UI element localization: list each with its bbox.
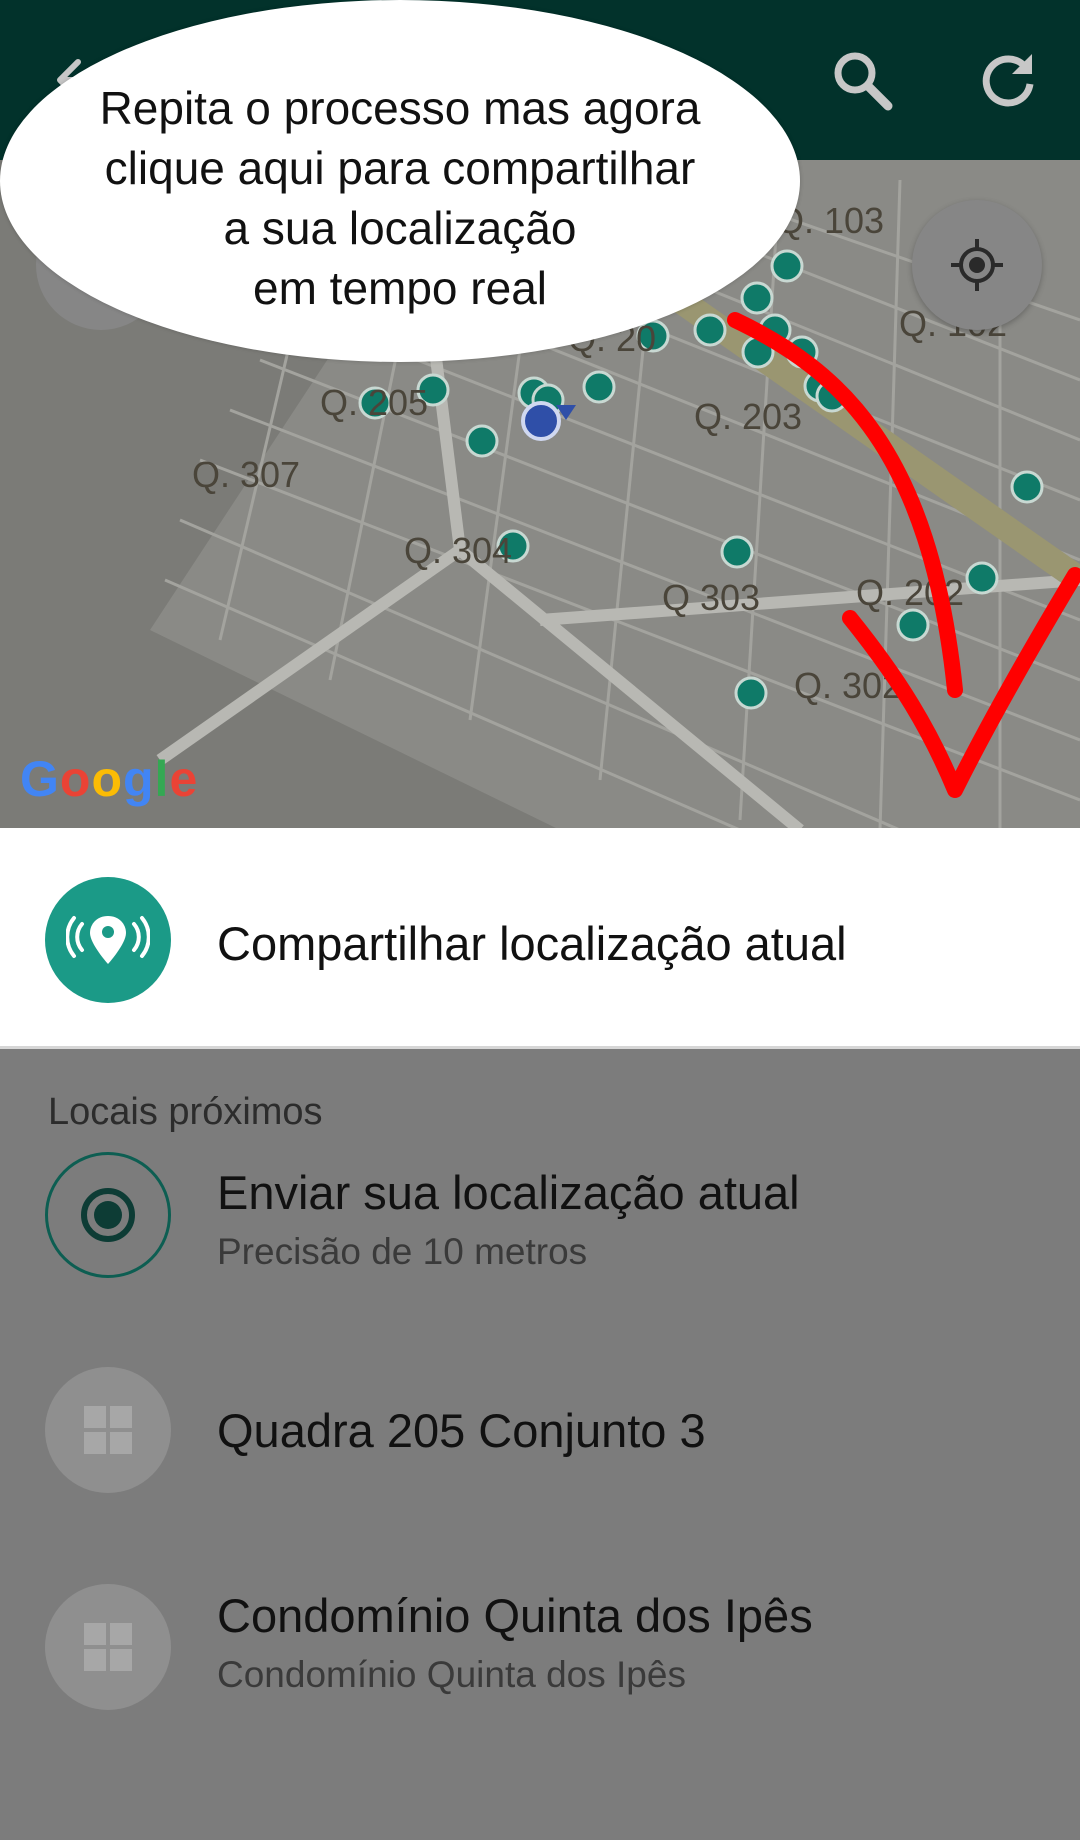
list-item-send-current-location[interactable]: Enviar sua localização atual Precisão de… bbox=[0, 1149, 1080, 1329]
section-title: Locais próximos bbox=[48, 1091, 323, 1133]
list-item-title: Condomínio Quinta dos Ipês bbox=[217, 1589, 813, 1642]
place-glyph bbox=[84, 1406, 132, 1454]
live-location-glyph bbox=[66, 916, 150, 964]
current-location-glyph bbox=[81, 1188, 135, 1242]
share-live-location-label: Compartilhar localização atual bbox=[217, 917, 847, 970]
list-item-subtitle: Condomínio Quinta dos Ipês bbox=[217, 1654, 686, 1695]
nearby-places-list: Locais próximos Enviar sua localização a… bbox=[0, 1049, 1080, 1840]
list-item-place[interactable]: Condomínio Quinta dos Ipês Condomínio Qu… bbox=[0, 1584, 1080, 1764]
place-icon bbox=[45, 1584, 171, 1710]
screen: Q. 103 Q. 102 Q. 205 Q. 203 Q. 307 Q. 30… bbox=[0, 0, 1080, 1840]
place-glyph bbox=[84, 1623, 132, 1671]
list-item-place[interactable]: Quadra 205 Conjunto 3 bbox=[0, 1367, 1080, 1517]
list-item-subtitle: Precisão de 10 metros bbox=[217, 1231, 588, 1272]
list-item-title: Enviar sua localização atual bbox=[217, 1166, 800, 1219]
tutorial-arrow bbox=[727, 312, 1080, 798]
place-icon bbox=[45, 1367, 171, 1493]
current-location-icon bbox=[45, 1152, 171, 1278]
live-location-icon bbox=[45, 877, 171, 1003]
share-live-location-item[interactable]: Compartilhar localização atual bbox=[0, 828, 1080, 1046]
list-item-title: Quadra 205 Conjunto 3 bbox=[217, 1404, 706, 1457]
